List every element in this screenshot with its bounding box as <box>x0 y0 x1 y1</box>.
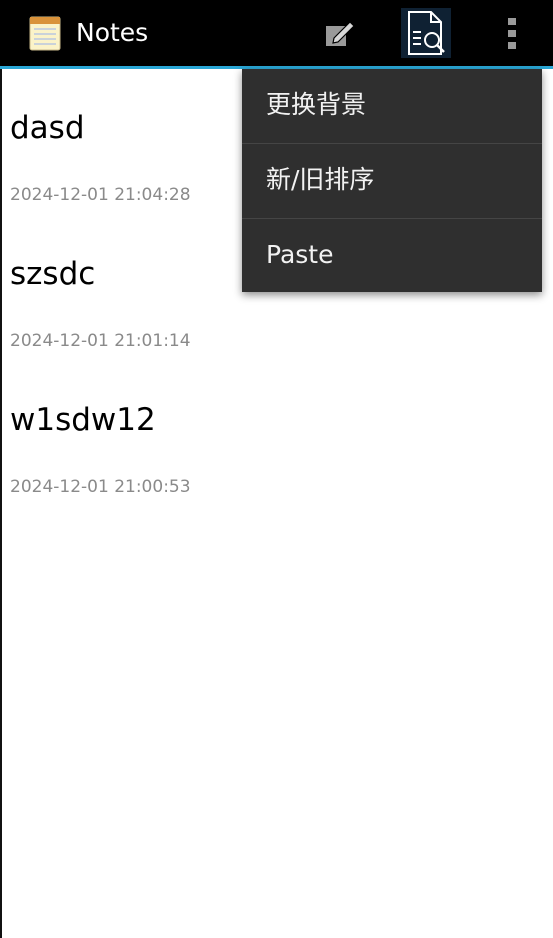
notepad-app-icon <box>29 16 61 51</box>
document-search-icon <box>408 11 445 55</box>
note-list-item[interactable]: w1sdw12 2024-12-01 21:00:53 <box>10 400 530 497</box>
pencil-edit-icon[interactable] <box>320 14 358 52</box>
menu-item-change-background[interactable]: 更换背景 <box>242 69 542 143</box>
menu-item-sort-order[interactable]: 新/旧排序 <box>242 144 542 218</box>
note-date: 2024-12-01 21:04:28 <box>10 185 191 205</box>
note-date: 2024-12-01 21:01:14 <box>10 331 191 351</box>
menu-item-paste[interactable]: Paste <box>242 219 542 293</box>
search-notes-button[interactable] <box>401 8 451 58</box>
menu-item-label: Paste <box>266 240 334 269</box>
app-title: Notes <box>76 18 149 47</box>
menu-item-label: 更换背景 <box>266 90 367 119</box>
overflow-menu-icon[interactable] <box>496 14 528 52</box>
overflow-menu: 更换背景 新/旧排序 Paste <box>242 69 542 292</box>
note-date: 2024-12-01 21:00:53 <box>10 477 191 497</box>
note-title: w1sdw12 <box>10 402 156 438</box>
screen-left-edge <box>0 68 2 938</box>
menu-item-label: 新/旧排序 <box>266 165 375 194</box>
action-bar: Notes <box>0 0 553 66</box>
